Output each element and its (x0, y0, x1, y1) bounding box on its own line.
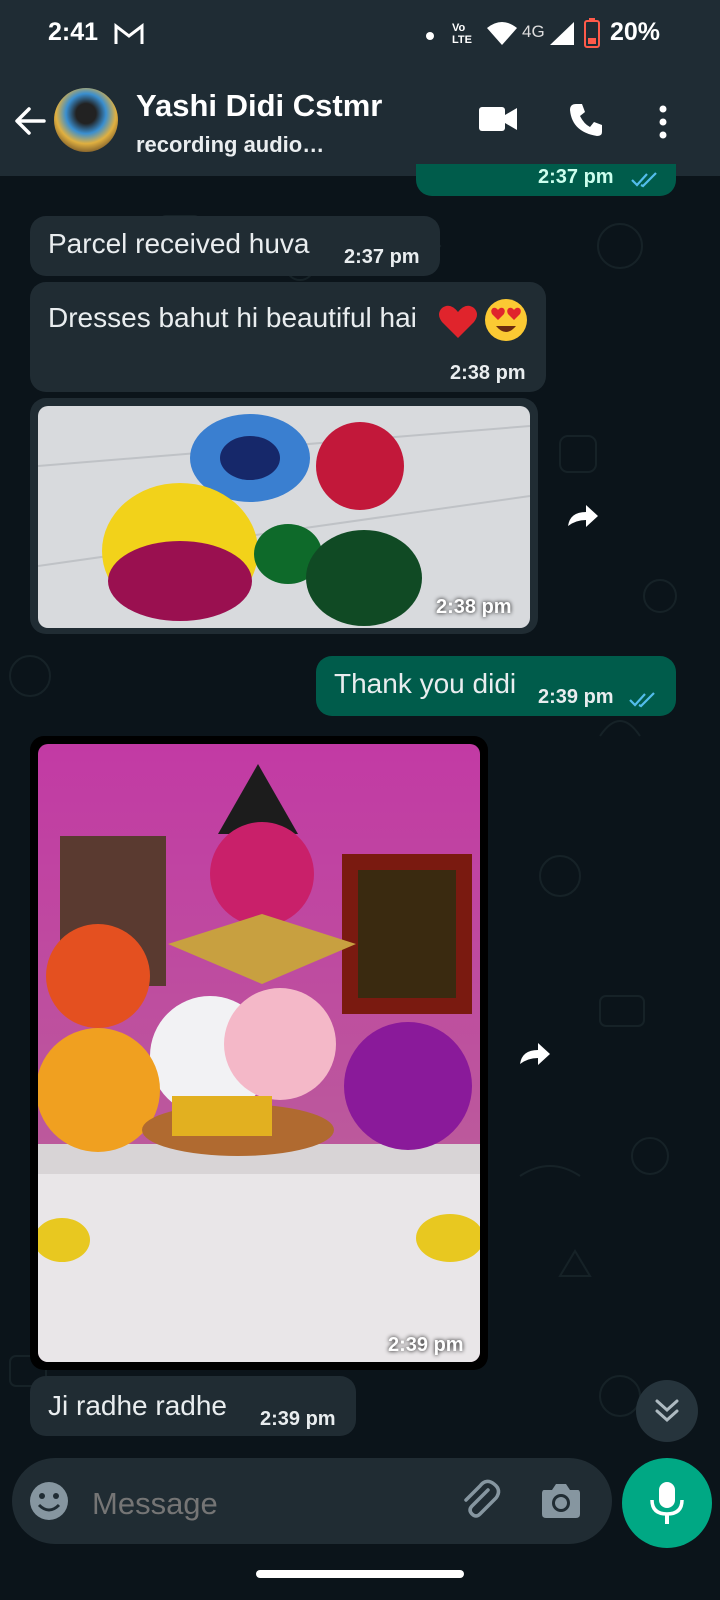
message-time: 2:38 pm (436, 596, 512, 618)
message-input[interactable] (92, 1484, 432, 1524)
more-options-icon[interactable] (656, 104, 670, 140)
photo-dresses[interactable] (38, 406, 530, 628)
heart-eyes-emoji-icon (485, 299, 527, 341)
notification-dot-icon (426, 32, 434, 40)
signal-icon (550, 22, 574, 45)
photo-shrine[interactable] (38, 744, 480, 1362)
emoji-icon[interactable] (28, 1480, 70, 1522)
message-text: Ji radhe radhe (48, 1390, 228, 1421)
message-time: 2:38 pm (450, 362, 526, 384)
home-indicator[interactable] (256, 1570, 464, 1578)
message-time: 2:39 pm (388, 1334, 464, 1356)
double-chevron-down-icon (655, 1399, 679, 1423)
avatar[interactable] (54, 88, 118, 152)
battery-icon (584, 18, 600, 48)
message-time: 2:37 pm (538, 166, 614, 188)
message-time: 2:37 pm (344, 246, 420, 268)
contact-name[interactable]: Yashi Didi Cstmr (136, 88, 382, 124)
message-text: Parcel received huva (48, 228, 310, 259)
red-heart-emoji-icon (439, 305, 477, 338)
message-time: 2:39 pm (538, 686, 614, 708)
microphone-icon (650, 1482, 684, 1524)
video-call-icon[interactable] (478, 104, 518, 134)
message-text: Thank you didi (334, 668, 517, 699)
read-ticks-icon (631, 172, 657, 188)
message-text: Dresses bahut hi beautiful hai (48, 302, 417, 333)
forward-icon[interactable] (510, 1030, 558, 1078)
volte-icon: Vo LTE (452, 22, 472, 46)
read-ticks-icon (629, 692, 655, 708)
camera-icon[interactable] (540, 1480, 582, 1520)
status-time: 2:41 (48, 18, 99, 46)
battery-percent: 20% (609, 18, 660, 46)
message-time: 2:39 pm (260, 1408, 336, 1430)
network-type: 4G (522, 22, 545, 41)
wifi-icon (487, 22, 517, 45)
contact-status: recording audio… (136, 132, 325, 157)
forward-icon[interactable] (558, 492, 606, 540)
back-arrow-icon[interactable] (14, 104, 48, 138)
attach-icon[interactable] (458, 1478, 502, 1522)
gmail-icon (114, 22, 144, 44)
voice-call-icon[interactable] (568, 102, 604, 138)
